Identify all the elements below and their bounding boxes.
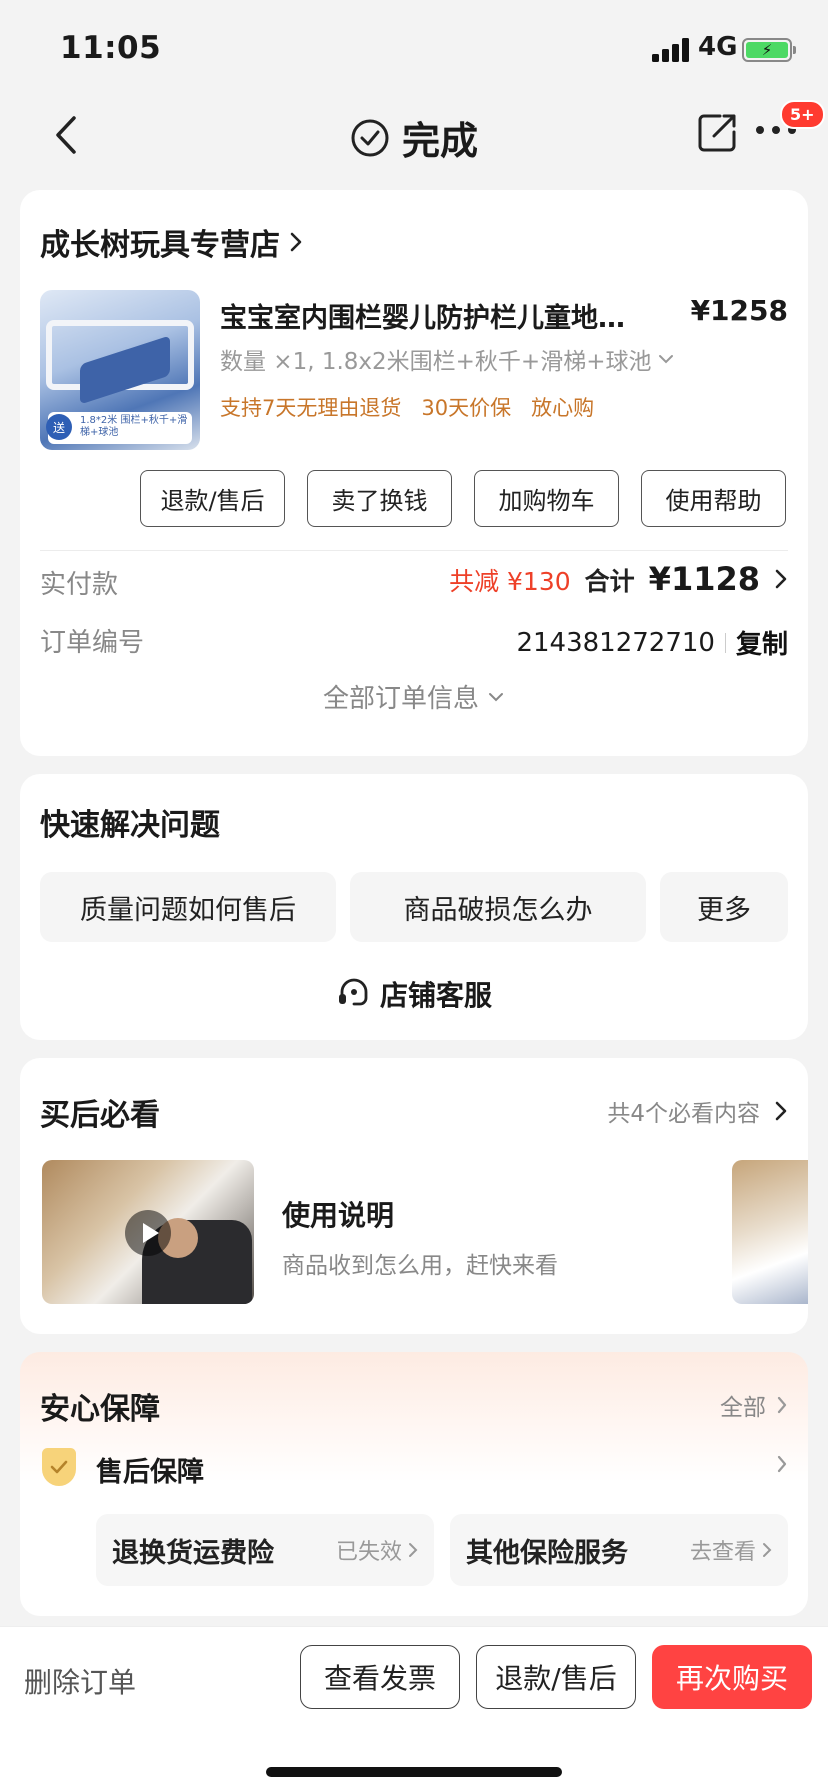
must-see-item-title[interactable]: 使用说明: [282, 1194, 394, 1234]
share-icon: [698, 114, 736, 152]
order-number-label: 订单编号: [40, 628, 145, 658]
chevron-right-icon: [409, 1543, 418, 1557]
paid-summary[interactable]: 共减 ¥130 合计 ¥1128: [449, 560, 788, 598]
status-time: 11:05: [60, 30, 162, 66]
guarantee-card: 安心保障 全部 售后保障 退换货运费险 已失效 其他保险服务 去查看: [20, 1352, 808, 1616]
buy-again-button[interactable]: 再次购买: [652, 1645, 812, 1709]
delete-order-button[interactable]: 删除订单: [24, 1661, 136, 1701]
insurance-list: 退换货运费险 已失效 其他保险服务 去查看: [96, 1514, 788, 1586]
after-sale-guarantee-label[interactable]: 售后保障: [96, 1450, 204, 1489]
order-card: 成长树玩具专营店 1.8*2米 围栏+秋千+滑梯+球池 送 宝宝室内围栏婴儿防护…: [20, 190, 808, 756]
copy-button[interactable]: 复制: [736, 624, 788, 661]
nav-bar: 完成 5+: [0, 96, 828, 176]
notification-badge: 5+: [780, 100, 825, 129]
must-see-item-desc: 商品收到怎么用，赶快来看: [282, 1253, 558, 1279]
must-see-more-link[interactable]: 共4个必看内容: [607, 1094, 788, 1128]
order-number-row: 214381272710 复制: [516, 624, 788, 661]
chevron-right-icon: [777, 1396, 787, 1414]
chevron-down-icon: [659, 355, 674, 364]
resell-button[interactable]: 卖了换钱: [307, 470, 452, 527]
discount-amount: 共减 ¥130: [449, 567, 571, 596]
insurance-name: 退换货运费险: [112, 1537, 274, 1569]
quick-item-quality[interactable]: 质量问题如何售后: [40, 872, 336, 942]
all-order-info-label: 全部订单信息: [322, 684, 479, 714]
must-see-more-label: 共4个必看内容: [607, 1101, 760, 1127]
total-label: 合计: [584, 567, 635, 596]
must-see-title: 买后必看: [40, 1098, 160, 1133]
headset-icon: [338, 978, 368, 1006]
refund-after-sale-button[interactable]: 退款/售后: [476, 1645, 636, 1709]
shield-icon: [42, 1448, 76, 1486]
divider: [40, 550, 788, 551]
guarantee-tag: 支持7天无理由退货: [220, 396, 402, 420]
refund-button[interactable]: 退款/售后: [140, 470, 285, 527]
usage-help-button[interactable]: 使用帮助: [641, 470, 786, 527]
guarantee-tag: 30天价保: [421, 396, 512, 420]
chevron-right-icon: [775, 1101, 787, 1121]
quick-item-more[interactable]: 更多: [660, 872, 788, 942]
home-indicator[interactable]: [266, 1767, 562, 1777]
product-guarantees: 支持7天无理由退货 30天价保 放心购: [220, 392, 594, 422]
product-thumbnail[interactable]: 1.8*2米 围栏+秋千+滑梯+球池 送: [40, 290, 200, 450]
guarantee-all-label: 全部: [720, 1395, 766, 1421]
shop-name: 成长树玩具专营店: [40, 228, 280, 263]
view-invoice-button[interactable]: 查看发票: [300, 1645, 460, 1709]
battery-icon: ⚡: [742, 38, 796, 62]
video-thumbnail[interactable]: [42, 1160, 254, 1304]
status-bar: 11:05 4G ⚡: [0, 0, 828, 96]
insurance-status: 去查看: [690, 1534, 772, 1566]
chevron-right-icon: [290, 232, 302, 252]
must-see-card: 买后必看 共4个必看内容 使用说明 商品收到怎么用，赶快来看: [20, 1058, 808, 1334]
next-video-thumbnail[interactable]: [732, 1160, 808, 1304]
guarantee-all-link[interactable]: 全部: [720, 1388, 788, 1422]
quick-solve-card: 快速解决问题 质量问题如何售后 商品破损怎么办 更多 店铺客服: [20, 774, 808, 1040]
chevron-down-icon: [489, 692, 503, 701]
quick-item-damaged[interactable]: 商品破损怎么办: [350, 872, 646, 942]
chevron-right-icon[interactable]: [776, 1454, 788, 1474]
insurance-return-shipping[interactable]: 退换货运费险 已失效: [96, 1514, 434, 1586]
quick-solve-title: 快速解决问题: [40, 808, 220, 843]
guarantee-title: 安心保障: [40, 1392, 160, 1427]
page-title: 完成: [401, 119, 478, 163]
more-dots-icon: [756, 126, 764, 134]
share-button[interactable]: [696, 110, 740, 154]
signal-icon: [652, 38, 692, 62]
total-value: ¥1128: [648, 560, 760, 598]
chevron-right-icon: [763, 1543, 772, 1557]
add-to-cart-button[interactable]: 加购物车: [474, 470, 619, 527]
thumb-badge: 送: [46, 414, 72, 440]
quick-solve-options: 质量问题如何售后 商品破损怎么办 更多: [40, 872, 788, 942]
paid-label: 实付款: [40, 570, 119, 600]
product-spec[interactable]: 数量 ×1, 1.8x2米围栏+秋千+滑梯+球池: [220, 342, 675, 376]
chevron-right-icon: [775, 569, 787, 589]
order-number: 214381272710: [516, 627, 715, 658]
insurance-status: 已失效: [336, 1534, 418, 1566]
insurance-other-services[interactable]: 其他保险服务 去查看: [450, 1514, 788, 1586]
insurance-name: 其他保险服务: [466, 1537, 628, 1569]
product-price: ¥1258: [690, 294, 788, 327]
play-icon: [125, 1210, 171, 1256]
all-order-info-toggle[interactable]: 全部订单信息: [20, 678, 808, 715]
shop-link[interactable]: 成长树玩具专营店: [40, 220, 304, 264]
network-type: 4G: [698, 32, 738, 62]
check-circle-icon: [351, 119, 389, 156]
guarantee-tag: 放心购: [531, 396, 595, 420]
order-actions: 退款/售后 卖了换钱 加购物车 使用帮助: [140, 470, 786, 527]
store-service-button[interactable]: 店铺客服: [20, 974, 808, 1014]
store-service-label: 店铺客服: [379, 979, 492, 1012]
product-title[interactable]: 宝宝室内围栏婴儿防护栏儿童地垫爬行垫: [220, 296, 640, 335]
bottom-action-bar: 删除订单 查看发票 退款/售后 再次购买: [0, 1626, 828, 1792]
product-spec-text: 数量 ×1, 1.8x2米围栏+秋千+滑梯+球池: [220, 349, 652, 375]
